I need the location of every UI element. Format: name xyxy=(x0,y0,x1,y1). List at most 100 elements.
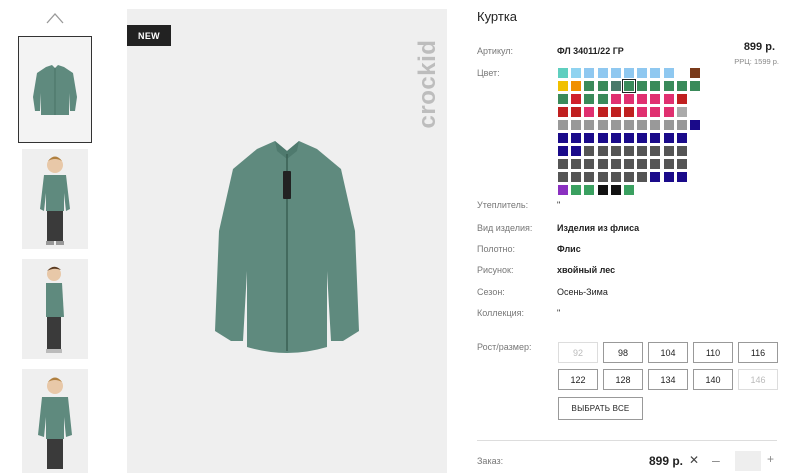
color-swatch[interactable] xyxy=(623,133,634,143)
color-swatch[interactable] xyxy=(637,107,648,117)
color-swatch[interactable] xyxy=(584,159,595,169)
color-swatch[interactable] xyxy=(663,68,674,78)
color-swatch[interactable] xyxy=(558,68,568,78)
color-swatch[interactable] xyxy=(663,81,674,91)
color-swatch[interactable] xyxy=(689,120,700,130)
size-option-104[interactable]: 104 xyxy=(648,342,688,363)
color-swatch[interactable] xyxy=(610,120,621,130)
color-swatch[interactable] xyxy=(650,146,661,156)
color-swatch[interactable] xyxy=(623,146,634,156)
color-swatch[interactable] xyxy=(558,107,568,117)
color-swatch[interactable] xyxy=(571,185,582,195)
color-swatch[interactable] xyxy=(610,146,621,156)
color-swatch[interactable] xyxy=(584,94,595,104)
color-swatch[interactable] xyxy=(610,159,621,169)
color-swatch[interactable] xyxy=(584,107,595,117)
color-swatch[interactable] xyxy=(610,68,621,78)
thumbnail-model-front[interactable] xyxy=(22,149,88,249)
color-swatch[interactable] xyxy=(663,172,674,182)
color-swatch[interactable] xyxy=(610,81,621,91)
color-swatch[interactable] xyxy=(558,81,568,91)
size-option-116[interactable]: 116 xyxy=(738,342,778,363)
color-swatch[interactable] xyxy=(571,120,582,130)
color-swatch[interactable] xyxy=(597,146,608,156)
color-swatch[interactable] xyxy=(676,133,687,143)
color-swatch[interactable] xyxy=(571,107,582,117)
size-option-128[interactable]: 128 xyxy=(603,369,643,390)
color-swatch[interactable] xyxy=(571,94,582,104)
color-swatch[interactable] xyxy=(597,94,608,104)
color-swatch[interactable] xyxy=(558,94,568,104)
color-swatch[interactable] xyxy=(663,107,674,117)
remove-order-icon[interactable]: ✕ xyxy=(689,453,699,467)
color-swatch[interactable] xyxy=(571,81,582,91)
color-swatch[interactable] xyxy=(623,68,634,78)
color-swatch[interactable] xyxy=(597,107,608,117)
size-option-98[interactable]: 98 xyxy=(603,342,643,363)
color-swatch[interactable] xyxy=(623,94,634,104)
color-swatch[interactable] xyxy=(650,133,661,143)
color-swatch[interactable] xyxy=(558,133,568,143)
color-swatch[interactable] xyxy=(571,133,582,143)
quantity-minus-button[interactable]: – xyxy=(712,452,720,468)
color-swatch[interactable] xyxy=(676,159,687,169)
size-option-110[interactable]: 110 xyxy=(693,342,733,363)
color-swatch[interactable] xyxy=(597,81,608,91)
size-option-134[interactable]: 134 xyxy=(648,369,688,390)
color-swatch[interactable] xyxy=(610,133,621,143)
color-swatch[interactable] xyxy=(623,120,634,130)
color-swatch[interactable] xyxy=(610,185,621,195)
color-swatch[interactable] xyxy=(689,81,700,91)
color-swatch[interactable] xyxy=(650,107,661,117)
color-swatch[interactable] xyxy=(571,159,582,169)
color-swatch[interactable] xyxy=(623,159,634,169)
color-swatch[interactable] xyxy=(650,172,661,182)
color-swatch[interactable] xyxy=(558,120,568,130)
color-swatch[interactable] xyxy=(584,185,595,195)
color-swatch[interactable] xyxy=(650,120,661,130)
thumbnail-jacket-front[interactable] xyxy=(18,36,92,143)
color-swatch[interactable] xyxy=(597,68,608,78)
color-swatch[interactable] xyxy=(584,172,595,182)
color-swatch[interactable] xyxy=(558,146,568,156)
color-swatch[interactable] xyxy=(597,185,608,195)
color-swatch[interactable] xyxy=(663,133,674,143)
color-swatch[interactable] xyxy=(637,120,648,130)
color-swatch[interactable] xyxy=(597,159,608,169)
color-swatch[interactable] xyxy=(584,146,595,156)
color-swatch[interactable] xyxy=(637,172,648,182)
color-swatch[interactable] xyxy=(623,172,634,182)
color-swatch[interactable] xyxy=(650,81,661,91)
color-swatch[interactable] xyxy=(623,107,634,117)
quantity-plus-button[interactable]: + xyxy=(767,452,774,466)
color-swatch[interactable] xyxy=(597,172,608,182)
color-swatch[interactable] xyxy=(676,107,687,117)
color-swatch[interactable] xyxy=(650,94,661,104)
color-swatch[interactable] xyxy=(610,107,621,117)
color-swatch[interactable] xyxy=(610,94,621,104)
color-swatch[interactable] xyxy=(597,120,608,130)
color-swatch[interactable] xyxy=(597,133,608,143)
color-swatch[interactable] xyxy=(584,81,595,91)
size-option-140[interactable]: 140 xyxy=(693,369,733,390)
thumbnail-model-side[interactable] xyxy=(22,259,88,359)
color-swatch[interactable] xyxy=(676,94,687,104)
color-swatch[interactable] xyxy=(610,172,621,182)
color-swatch[interactable] xyxy=(637,133,648,143)
color-swatch[interactable] xyxy=(650,68,661,78)
quantity-input[interactable] xyxy=(735,451,761,471)
thumbnail-model-smile[interactable] xyxy=(22,369,88,473)
color-swatch[interactable] xyxy=(571,68,582,78)
color-swatch[interactable] xyxy=(571,146,582,156)
product-main-image[interactable]: NEW crockid xyxy=(127,9,447,473)
color-swatch[interactable] xyxy=(689,68,700,78)
color-swatch[interactable] xyxy=(623,185,634,195)
color-swatch[interactable] xyxy=(637,81,648,91)
color-swatch[interactable] xyxy=(584,120,595,130)
color-swatch[interactable] xyxy=(663,120,674,130)
color-swatch[interactable] xyxy=(558,159,568,169)
size-option-122[interactable]: 122 xyxy=(558,369,598,390)
color-swatch[interactable] xyxy=(663,146,674,156)
color-swatch[interactable] xyxy=(650,159,661,169)
color-swatch[interactable] xyxy=(584,133,595,143)
